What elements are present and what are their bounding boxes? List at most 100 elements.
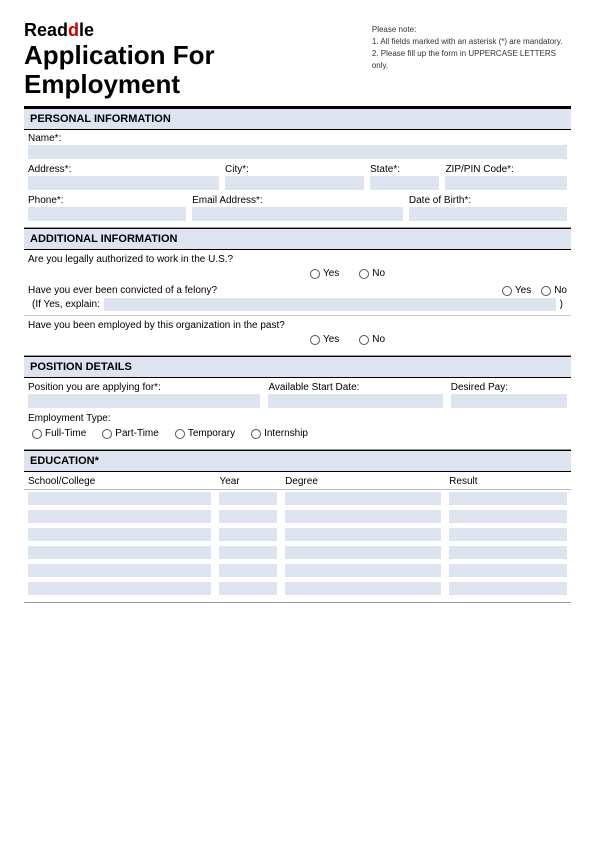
name-label: Name*:	[28, 133, 567, 144]
dob-input[interactable]	[409, 207, 567, 221]
q3-options: Yes No	[28, 331, 567, 347]
page-title: Application For Employment	[24, 41, 372, 98]
q1-yes-label: Yes	[323, 268, 339, 279]
q2-no-option[interactable]: No	[541, 285, 567, 296]
year-input-6[interactable]	[219, 582, 277, 595]
desired-pay-label: Desired Pay:	[451, 382, 567, 393]
parttime-radio[interactable]	[102, 429, 112, 439]
school-cell	[24, 490, 215, 508]
result-input-3[interactable]	[449, 528, 567, 541]
table-row	[24, 508, 571, 526]
personal-info-header: PERSONAL INFORMATION	[24, 108, 571, 130]
q2-container: Have you ever been convicted of a felony…	[24, 283, 571, 315]
q3-yes-label: Yes	[323, 334, 339, 345]
additional-information-section: ADDITIONAL INFORMATION Are you legally a…	[24, 228, 571, 356]
temporary-radio[interactable]	[175, 429, 185, 439]
edu-header-row: School/College Year Degree Result	[24, 474, 571, 490]
q1-no-radio[interactable]	[359, 269, 369, 279]
result-cell	[445, 490, 571, 508]
fulltime-option[interactable]: Full-Time	[32, 428, 86, 439]
desired-pay-input[interactable]	[451, 394, 567, 408]
table-row	[24, 490, 571, 508]
degree-cell	[281, 490, 445, 508]
address-input[interactable]	[28, 176, 219, 190]
degree-input-6[interactable]	[285, 582, 441, 595]
zip-input[interactable]	[445, 176, 567, 190]
q3-no-option[interactable]: No	[359, 334, 385, 345]
q3-yes-option[interactable]: Yes	[310, 334, 339, 345]
email-field: Email Address*:	[192, 195, 403, 221]
position-details-section: POSITION DETAILS Position you are applyi…	[24, 356, 571, 450]
email-input[interactable]	[192, 207, 403, 221]
internship-radio[interactable]	[251, 429, 261, 439]
school-input-1[interactable]	[28, 492, 211, 505]
q2-row: Have you ever been convicted of a felony…	[28, 285, 567, 296]
state-field: State*:	[370, 164, 439, 190]
position-label: Position you are applying for*:	[28, 382, 260, 393]
q1-no-option[interactable]: No	[359, 268, 385, 279]
email-label: Email Address*:	[192, 195, 403, 206]
q2-no-radio[interactable]	[541, 286, 551, 296]
q1-no-label: No	[372, 268, 385, 279]
position-details-header: POSITION DETAILS	[24, 356, 571, 378]
year-input-3[interactable]	[219, 528, 277, 541]
address-field: Address*:	[28, 164, 219, 190]
internship-option[interactable]: Internship	[251, 428, 308, 439]
position-input[interactable]	[28, 394, 260, 408]
explain-label: (If Yes, explain:	[32, 299, 100, 310]
result-input-5[interactable]	[449, 564, 567, 577]
explain-input[interactable]	[104, 298, 556, 311]
school-input-6[interactable]	[28, 582, 211, 595]
year-input-4[interactable]	[219, 546, 277, 559]
col-degree: Degree	[281, 474, 445, 490]
start-date-field: Available Start Date:	[268, 382, 442, 408]
result-input-6[interactable]	[449, 582, 567, 595]
start-date-input[interactable]	[268, 394, 442, 408]
degree-input-1[interactable]	[285, 492, 441, 505]
school-input-3[interactable]	[28, 528, 211, 541]
state-input[interactable]	[370, 176, 439, 190]
personal-information-section: PERSONAL INFORMATION Name*: Address*: Ci…	[24, 108, 571, 228]
q1-container: Are you legally authorized to work in th…	[24, 250, 571, 283]
zip-field: ZIP/PIN Code*:	[445, 164, 567, 190]
q1-yes-option[interactable]: Yes	[310, 268, 339, 279]
position-field: Position you are applying for*:	[28, 382, 260, 408]
school-input-5[interactable]	[28, 564, 211, 577]
phone-input[interactable]	[28, 207, 186, 221]
address-label: Address*:	[28, 164, 219, 175]
result-input-2[interactable]	[449, 510, 567, 523]
q2-yes-radio[interactable]	[502, 286, 512, 296]
page-header: Readdle Application For Employment Pleas…	[24, 20, 571, 108]
degree-input-3[interactable]	[285, 528, 441, 541]
col-result: Result	[445, 474, 571, 490]
table-row	[24, 562, 571, 580]
dob-field: Date of Birth*:	[409, 195, 567, 221]
q2-yes-option[interactable]: Yes	[502, 285, 531, 296]
city-input[interactable]	[225, 176, 364, 190]
year-input-5[interactable]	[219, 564, 277, 577]
q1-yes-radio[interactable]	[310, 269, 320, 279]
school-input-2[interactable]	[28, 510, 211, 523]
q3-yes-radio[interactable]	[310, 335, 320, 345]
parttime-option[interactable]: Part-Time	[102, 428, 159, 439]
degree-input-2[interactable]	[285, 510, 441, 523]
temporary-option[interactable]: Temporary	[175, 428, 235, 439]
temporary-label: Temporary	[188, 428, 235, 439]
city-field: City*:	[225, 164, 364, 190]
q2-text: Have you ever been convicted of a felony…	[28, 285, 494, 296]
result-input-1[interactable]	[449, 492, 567, 505]
city-label: City*:	[225, 164, 364, 175]
year-input-2[interactable]	[219, 510, 277, 523]
year-input-1[interactable]	[219, 492, 277, 505]
employment-type-options: Full-Time Part-Time Temporary Internship	[28, 424, 567, 445]
q3-no-radio[interactable]	[359, 335, 369, 345]
result-input-4[interactable]	[449, 546, 567, 559]
fulltime-radio[interactable]	[32, 429, 42, 439]
school-input-4[interactable]	[28, 546, 211, 559]
name-input[interactable]	[28, 145, 567, 159]
degree-input-5[interactable]	[285, 564, 441, 577]
q3-no-label: No	[372, 334, 385, 345]
brand-dot: d	[68, 20, 79, 40]
phone-label: Phone*:	[28, 195, 186, 206]
degree-input-4[interactable]	[285, 546, 441, 559]
